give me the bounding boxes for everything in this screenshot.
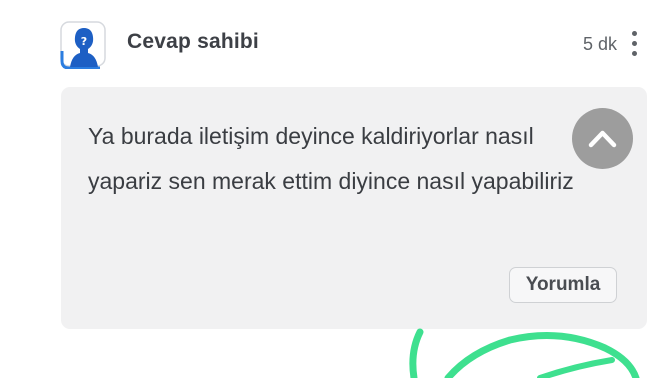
more-vertical-icon[interactable] [627, 29, 641, 59]
comment-card: Ya burada iletişim deyince kaldiriyorlar… [61, 87, 647, 329]
svg-text:?: ? [81, 35, 87, 48]
reply-button[interactable]: Yorumla [509, 267, 617, 303]
avatar: ? [60, 21, 106, 70]
comment-text: Ya burada iletişim deyince kaldiriyorlar… [88, 123, 574, 194]
author-name[interactable]: Cevap sahibi [127, 30, 259, 54]
chevron-up-icon [588, 130, 617, 148]
comment-time: 5 dk [583, 34, 618, 54]
scroll-up-button[interactable] [572, 108, 633, 169]
user-silhouette-question-icon: ? [60, 21, 106, 70]
